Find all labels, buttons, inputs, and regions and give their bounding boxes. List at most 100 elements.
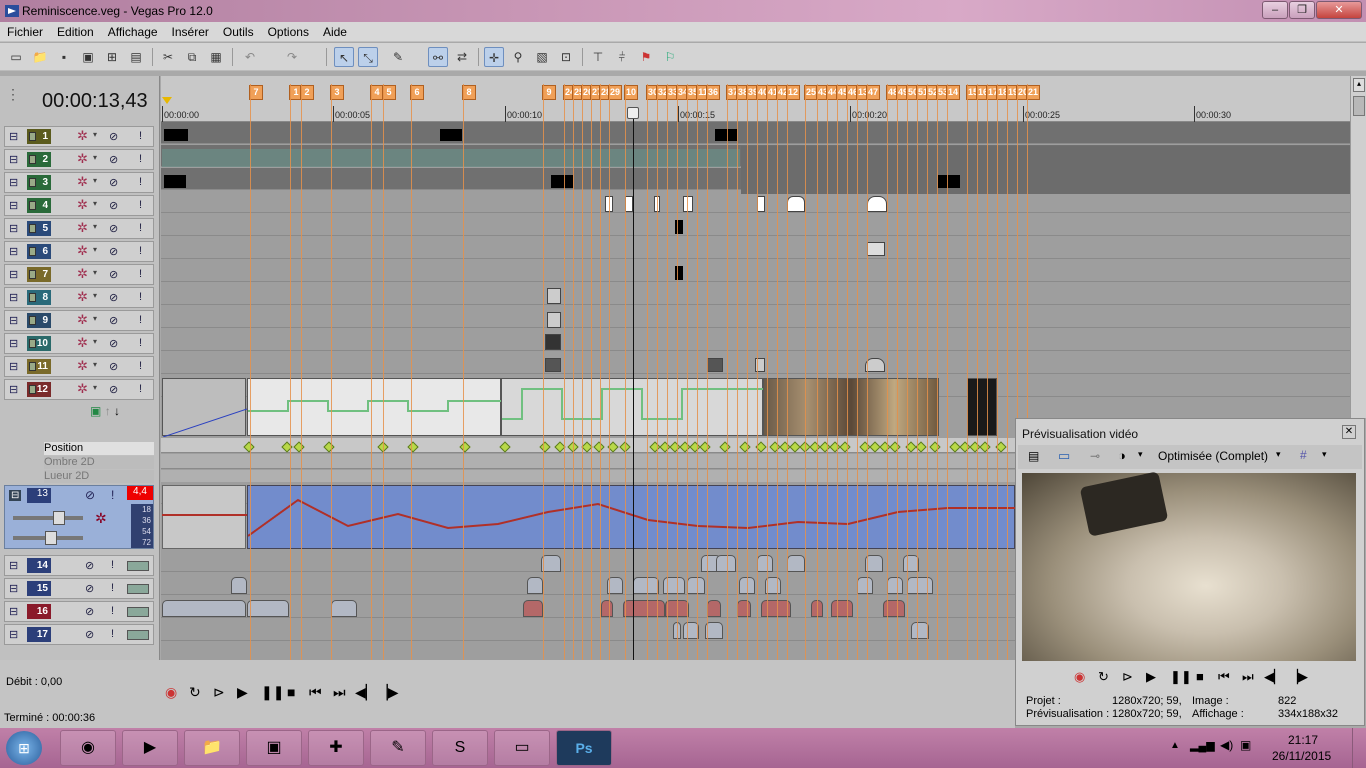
- video-event[interactable]: [545, 334, 561, 350]
- video-track-header[interactable]: ⊟ 8 ✲ ▾ ⊘!: [4, 287, 154, 308]
- audio-event[interactable]: [757, 555, 773, 572]
- fx-dropdown-icon[interactable]: ▾: [93, 199, 97, 208]
- audio-event[interactable]: [707, 600, 721, 617]
- preview-prev-frame-icon[interactable]: ◀▏: [1264, 669, 1284, 685]
- play-icon[interactable]: ▶: [237, 684, 248, 701]
- timeline-marker[interactable]: 10: [624, 85, 638, 100]
- stop-icon[interactable]: ■: [287, 684, 295, 700]
- solo-icon[interactable]: !: [139, 360, 142, 372]
- audio-track-13-header[interactable]: ⊟ 13 ⊘ ! 4,4 ✲ 18 36 54 72: [4, 485, 154, 549]
- solo-icon[interactable]: !: [139, 245, 142, 257]
- child-down-icon[interactable]: ↓: [114, 404, 120, 418]
- clock-date[interactable]: 26/11/2015: [1272, 749, 1331, 763]
- video-track-header[interactable]: ⊟ 9 ✲ ▾ ⊘!: [4, 310, 154, 331]
- go-end-icon[interactable]: ⏭: [333, 684, 346, 701]
- solo-icon[interactable]: !: [139, 291, 142, 303]
- preview-go-start-icon[interactable]: ⏮: [1218, 669, 1230, 685]
- volume-envelope[interactable]: [162, 514, 247, 516]
- save-icon[interactable]: ▪: [54, 47, 74, 67]
- playhead-cursor[interactable]: [633, 108, 634, 661]
- track-expand-icon[interactable]: ⊟: [9, 605, 18, 618]
- menu-outils[interactable]: Outils: [216, 22, 261, 39]
- mute-icon[interactable]: ⊘: [85, 488, 95, 502]
- video-event[interactable]: [707, 358, 723, 372]
- lock-envelopes-icon[interactable]: ⚲: [508, 47, 528, 67]
- undo-icon[interactable]: ↶: [240, 47, 260, 67]
- show-desktop-button[interactable]: [1352, 728, 1366, 768]
- mute-icon[interactable]: ⊘: [109, 130, 118, 143]
- video-event[interactable]: [938, 175, 960, 188]
- track-expand-icon[interactable]: ⊟: [9, 559, 18, 572]
- video-event-group[interactable]: [501, 378, 764, 436]
- track-expand-icon[interactable]: ⊟: [9, 245, 18, 258]
- selection-tool-icon[interactable]: ✛: [484, 47, 504, 67]
- save-as-icon[interactable]: ▣: [78, 47, 98, 67]
- video-event-band[interactable]: [162, 149, 740, 167]
- preview-loop-icon[interactable]: ↻: [1098, 669, 1109, 685]
- preview-stop-icon[interactable]: ■: [1196, 669, 1204, 684]
- split-icon[interactable]: ⫩: [612, 47, 632, 67]
- video-event[interactable]: [547, 288, 561, 304]
- scroll-thumb[interactable]: [1353, 96, 1365, 116]
- video-event-thumbnails[interactable]: [763, 378, 939, 436]
- track-fx-icon[interactable]: ✲: [77, 243, 88, 259]
- track-expand-icon[interactable]: ⊟: [9, 360, 18, 373]
- quality-dropdown-icon[interactable]: ▾: [1276, 449, 1281, 460]
- mute-icon[interactable]: ⊘: [85, 605, 94, 618]
- mute-icon[interactable]: ⊘: [109, 153, 118, 166]
- timeline-marker[interactable]: 2: [300, 85, 314, 100]
- audio-event[interactable]: [857, 577, 873, 594]
- preview-next-frame-icon[interactable]: ▕▶: [1288, 669, 1308, 685]
- timeline-marker[interactable]: 21: [1026, 85, 1040, 100]
- tray-expand-icon[interactable]: ▲: [1170, 740, 1180, 751]
- zoom-tool-icon[interactable]: ⊡: [556, 47, 576, 67]
- track-expand-icon[interactable]: ⊟: [9, 199, 18, 212]
- new-icon[interactable]: ▭: [6, 47, 26, 67]
- video-track-header[interactable]: ⊟ 4 ✲ ▾ ⊘!: [4, 195, 154, 216]
- mute-icon[interactable]: ⊘: [109, 360, 118, 373]
- solo-icon[interactable]: !: [139, 199, 142, 211]
- track-expand-icon[interactable]: ⊟: [9, 337, 18, 350]
- video-event[interactable]: [865, 358, 885, 372]
- solo-icon[interactable]: !: [139, 176, 142, 188]
- preview-play-icon[interactable]: ▶: [1146, 669, 1156, 685]
- audio-event[interactable]: [601, 600, 613, 617]
- solo-icon[interactable]: !: [111, 582, 114, 594]
- menu-options[interactable]: Options: [261, 22, 316, 39]
- start-button-icon[interactable]: ⊞: [6, 731, 42, 765]
- video-event[interactable]: [547, 312, 561, 328]
- next-frame-icon[interactable]: ▕▶: [377, 684, 399, 701]
- timeline-marker[interactable]: 7: [249, 85, 263, 100]
- audio-event[interactable]: [887, 577, 903, 594]
- track-expand-icon[interactable]: ⊟: [9, 314, 18, 327]
- track-fx-icon[interactable]: ✲: [77, 128, 88, 144]
- video-track-header[interactable]: ⊟ 1 ✲ ▾ ⊘!: [4, 126, 154, 147]
- track-expand-icon[interactable]: ⊟: [9, 222, 18, 235]
- video-track-header[interactable]: ⊟ 5 ✲ ▾ ⊘!: [4, 218, 154, 239]
- track-expand-icon[interactable]: ⊟: [9, 383, 18, 396]
- audio-fx-icon[interactable]: ✲: [95, 510, 107, 527]
- menu-edition[interactable]: Edition: [50, 22, 101, 39]
- solo-icon[interactable]: !: [139, 314, 142, 326]
- mute-icon[interactable]: ⊘: [85, 559, 94, 572]
- video-event[interactable]: [867, 196, 887, 212]
- track-expand-icon[interactable]: ⊟: [9, 153, 18, 166]
- timeline-marker[interactable]: 6: [410, 85, 424, 100]
- external-monitor-icon[interactable]: ▭: [1058, 448, 1070, 464]
- pause-icon[interactable]: ❚❚: [261, 684, 284, 701]
- timeline-marker[interactable]: 47: [866, 85, 880, 100]
- split-screen-icon[interactable]: ⊸: [1090, 449, 1100, 463]
- redo-icon[interactable]: ↷: [282, 47, 302, 67]
- video-track-header[interactable]: ⊟ 6 ✲ ▾ ⊘!: [4, 241, 154, 262]
- mute-icon[interactable]: ⊘: [109, 222, 118, 235]
- video-track-header[interactable]: ⊟ 3 ✲ ▾ ⊘!: [4, 172, 154, 193]
- fx-dropdown-icon[interactable]: ▾: [93, 268, 97, 277]
- app-taskbar-icon[interactable]: ✚: [308, 730, 364, 766]
- edit-tool-icon[interactable]: ↖: [334, 47, 354, 67]
- solo-icon[interactable]: !: [139, 337, 142, 349]
- audio-event[interactable]: [231, 577, 247, 594]
- audio-event[interactable]: [162, 600, 246, 617]
- solo-icon[interactable]: !: [111, 488, 114, 502]
- fx-dropdown-icon[interactable]: ▾: [93, 245, 97, 254]
- vertical-scrollbar[interactable]: ▴: [1350, 76, 1366, 418]
